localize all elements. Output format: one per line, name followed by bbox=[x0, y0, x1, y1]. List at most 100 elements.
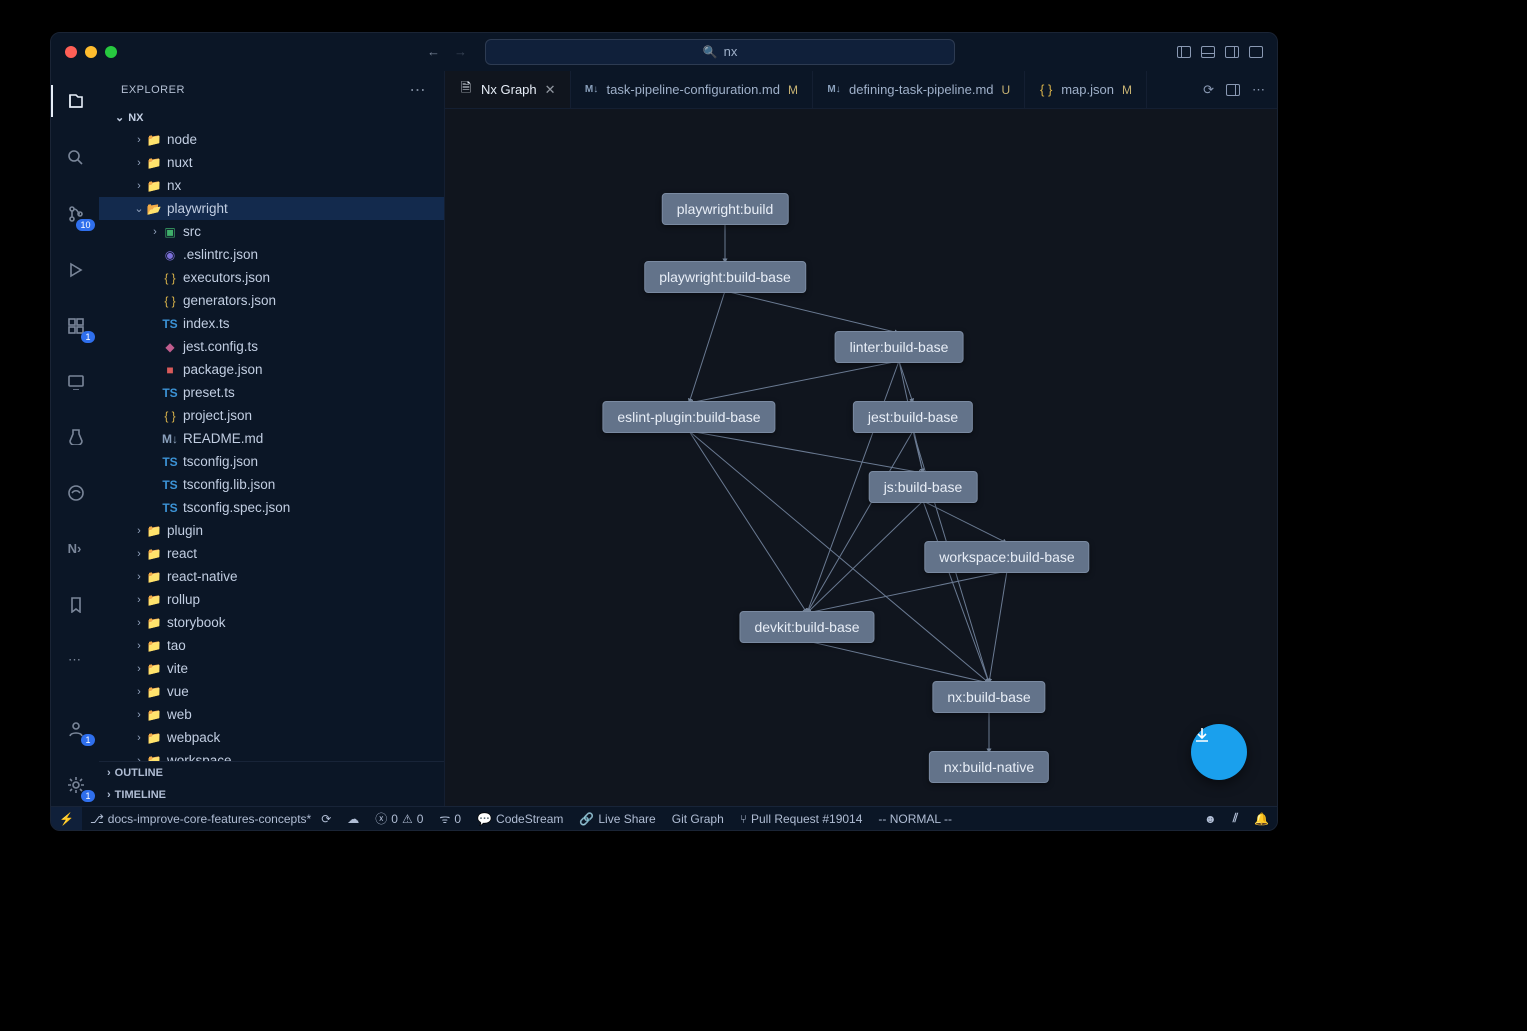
tree-folder[interactable]: ›📁react bbox=[99, 542, 444, 565]
cloud-indicator[interactable]: ☁ bbox=[339, 807, 367, 830]
status-bar: ⚡ ⎇ docs-improve-core-features-concepts*… bbox=[51, 806, 1277, 830]
editor-tab[interactable]: M↓task-pipeline-configuration.mdM bbox=[571, 71, 813, 108]
gitgraph-indicator[interactable]: Git Graph bbox=[664, 807, 732, 830]
tree-file[interactable]: { }generators.json bbox=[99, 289, 444, 312]
tree-folder[interactable]: ›📁web bbox=[99, 703, 444, 726]
tree-file[interactable]: TSpreset.ts bbox=[99, 381, 444, 404]
zoom-window-button[interactable] bbox=[105, 46, 117, 58]
tree-folder[interactable]: ›📁node bbox=[99, 128, 444, 151]
graph-node[interactable]: playwright:build bbox=[662, 193, 789, 225]
download-fab[interactable] bbox=[1191, 724, 1247, 780]
close-icon[interactable]: ✕ bbox=[545, 82, 556, 98]
more-activity[interactable]: ⋯ bbox=[51, 638, 99, 682]
editor-tab[interactable]: M↓defining-task-pipeline.mdU bbox=[813, 71, 1025, 108]
tree-folder[interactable]: ›📁workspace bbox=[99, 749, 444, 761]
tree-root-toggle[interactable]: ⌄ NX bbox=[105, 109, 444, 126]
tree-folder[interactable]: ›📁react-native bbox=[99, 565, 444, 588]
tree-file[interactable]: { }executors.json bbox=[99, 266, 444, 289]
tree-file[interactable]: M↓README.md bbox=[99, 427, 444, 450]
split-editor-icon[interactable] bbox=[1226, 84, 1240, 96]
tree-file[interactable]: { }project.json bbox=[99, 404, 444, 427]
tree-file[interactable]: TStsconfig.spec.json bbox=[99, 496, 444, 519]
bookmark-activity[interactable] bbox=[51, 582, 99, 626]
back-button[interactable]: ← bbox=[427, 44, 440, 59]
tree-folder[interactable]: ›📁rollup bbox=[99, 588, 444, 611]
tree-item-label: tsconfig.json bbox=[183, 454, 258, 469]
tree-folder[interactable]: ›📁vite bbox=[99, 657, 444, 680]
graph-edge bbox=[725, 291, 899, 333]
tab-more-icon[interactable]: ⋯ bbox=[1252, 82, 1265, 98]
graph-node[interactable]: js:build-base bbox=[869, 471, 978, 503]
sidebar-title: EXPLORER bbox=[121, 84, 185, 96]
sidebar-more-icon[interactable]: ⋯ bbox=[410, 80, 427, 100]
search-activity[interactable] bbox=[51, 135, 99, 179]
app-window: ← → 🔍 nx 10 bbox=[50, 32, 1278, 831]
editor-tab[interactable]: { }map.jsonM bbox=[1025, 71, 1147, 108]
tab-modified-badge: M bbox=[788, 83, 798, 97]
tree-file[interactable]: ■package.json bbox=[99, 358, 444, 381]
graph-node[interactable]: playwright:build-base bbox=[644, 261, 806, 293]
tree-folder[interactable]: ›📁nuxt bbox=[99, 151, 444, 174]
graph-node[interactable]: workspace:build-base bbox=[924, 541, 1089, 573]
chevron-icon: › bbox=[133, 732, 145, 744]
extensions-activity[interactable]: 1 bbox=[51, 303, 99, 347]
tree-folder[interactable]: ⌄📂playwright bbox=[99, 197, 444, 220]
misc-activity-1[interactable] bbox=[51, 470, 99, 514]
tree-folder[interactable]: ›📁plugin bbox=[99, 519, 444, 542]
graph-node[interactable]: linter:build-base bbox=[835, 331, 964, 363]
graph-node[interactable]: devkit:build-base bbox=[739, 611, 874, 643]
branch-indicator[interactable]: ⎇ docs-improve-core-features-concepts* ⟳ bbox=[82, 807, 339, 830]
toggle-panel-icon[interactable] bbox=[1201, 46, 1215, 58]
prettier-indicator[interactable]: ⫽ bbox=[1225, 807, 1246, 830]
command-center[interactable]: 🔍 nx bbox=[485, 39, 955, 65]
tree-file[interactable]: ◉.eslintrc.json bbox=[99, 243, 444, 266]
tree-file[interactable]: TStsconfig.json bbox=[99, 450, 444, 473]
toggle-primary-sidebar-icon[interactable] bbox=[1177, 46, 1191, 58]
tree-folder[interactable]: ›▣src bbox=[99, 220, 444, 243]
graph-node[interactable]: jest:build-base bbox=[853, 401, 973, 433]
close-window-button[interactable] bbox=[65, 46, 77, 58]
tree-item-label: node bbox=[167, 132, 197, 147]
customize-layout-icon[interactable] bbox=[1249, 46, 1263, 58]
minimize-window-button[interactable] bbox=[85, 46, 97, 58]
liveshare-indicator[interactable]: 🔗Live Share bbox=[571, 807, 663, 830]
ports-indicator[interactable]: ᯤ0 bbox=[431, 807, 469, 830]
file-tree[interactable]: ›📁node›📁nuxt›📁nx⌄📂playwright›▣src◉.eslin… bbox=[99, 128, 444, 761]
notifications-indicator[interactable]: 🔔 bbox=[1246, 807, 1277, 830]
tree-item-label: rollup bbox=[167, 592, 200, 607]
explorer-activity[interactable] bbox=[51, 79, 99, 123]
tree-folder[interactable]: ›📁storybook bbox=[99, 611, 444, 634]
accounts-activity[interactable]: 1 bbox=[51, 706, 99, 750]
codestream-indicator[interactable]: 💬CodeStream bbox=[469, 807, 571, 830]
tree-file[interactable]: TStsconfig.lib.json bbox=[99, 473, 444, 496]
tree-file[interactable]: ◆jest.config.ts bbox=[99, 335, 444, 358]
graph-node[interactable]: nx:build-native bbox=[929, 751, 1049, 783]
toggle-secondary-sidebar-icon[interactable] bbox=[1225, 46, 1239, 58]
remote-indicator[interactable]: ⚡ bbox=[51, 807, 82, 830]
run-activity[interactable] bbox=[51, 247, 99, 291]
chevron-icon: › bbox=[133, 709, 145, 721]
copilot-indicator[interactable]: ☻ bbox=[1196, 807, 1225, 830]
tree-folder[interactable]: ›📁vue bbox=[99, 680, 444, 703]
tree-folder[interactable]: ›📁tao bbox=[99, 634, 444, 657]
outline-section[interactable]: ›OUTLINE bbox=[99, 762, 444, 784]
graph-node[interactable]: nx:build-base bbox=[932, 681, 1045, 713]
graph-edge bbox=[689, 361, 899, 403]
scm-activity[interactable]: 10 bbox=[51, 191, 99, 235]
remote-activity[interactable] bbox=[51, 359, 99, 403]
timeline-section[interactable]: ›TIMELINE bbox=[99, 784, 444, 806]
tree-file[interactable]: TSindex.ts bbox=[99, 312, 444, 335]
pr-indicator[interactable]: ⑂Pull Request #19014 bbox=[732, 807, 871, 830]
tree-folder[interactable]: ›📁nx bbox=[99, 174, 444, 197]
forward-button[interactable]: → bbox=[454, 44, 467, 59]
tree-item-label: playwright bbox=[167, 201, 228, 216]
graph-node[interactable]: eslint-plugin:build-base bbox=[602, 401, 775, 433]
nx-activity[interactable]: N› bbox=[51, 526, 99, 570]
editor-tab[interactable]: 🗎Nx Graph✕ bbox=[445, 71, 571, 108]
tree-folder[interactable]: ›📁webpack bbox=[99, 726, 444, 749]
settings-activity[interactable]: 1 bbox=[51, 762, 99, 806]
problems-indicator[interactable]: ⓧ0 ⚠0 bbox=[367, 807, 431, 830]
testing-activity[interactable] bbox=[51, 415, 99, 459]
reload-icon[interactable]: ⟳ bbox=[1203, 82, 1214, 98]
nx-graph-canvas[interactable]: playwright:build playwright:build-base lin… bbox=[445, 109, 1277, 806]
